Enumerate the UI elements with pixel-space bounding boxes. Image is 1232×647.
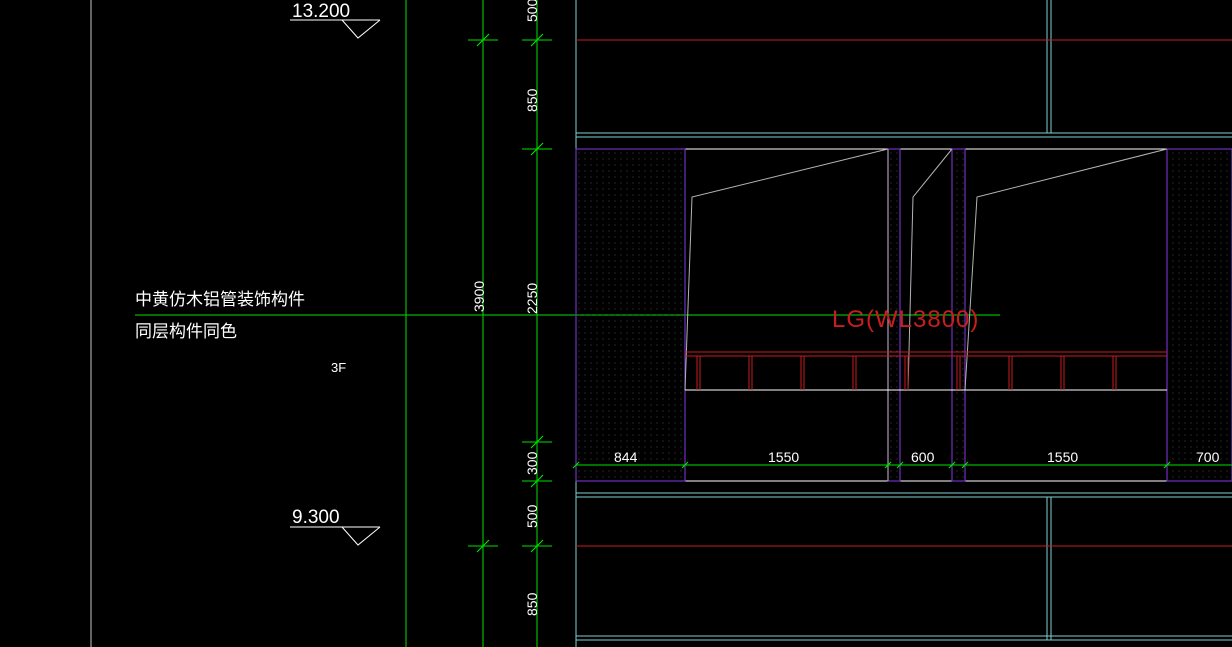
level-marker-upper: 13.200 bbox=[290, 1, 381, 39]
level-marker-lower: 9.300 bbox=[290, 507, 381, 546]
wall-panel-left bbox=[575, 148, 686, 482]
dim-500-top: 500 bbox=[524, 0, 540, 22]
level-upper-label: 13.200 bbox=[292, 1, 350, 22]
wall-panel-right bbox=[1166, 148, 1232, 482]
level-lower-label: 9.300 bbox=[292, 507, 340, 528]
railing bbox=[685, 351, 1167, 391]
dim-844: 844 bbox=[614, 449, 638, 465]
dim-500-bottom: 500 bbox=[524, 504, 540, 528]
dim-600: 600 bbox=[911, 449, 935, 465]
dimension-chain-total: 3900 bbox=[468, 0, 498, 647]
note-line-1: 中黄仿木铝管装饰构件 bbox=[135, 290, 305, 310]
cad-elevation-drawing: 13.200 9.300 中黄仿木铝管装饰构件 同层构件同色 3F 3900 5… bbox=[90, 0, 1232, 647]
railing-tag: LG(WL3800) bbox=[832, 306, 979, 333]
dimension-chain-detail: 500 850 2250 300 500 850 bbox=[522, 0, 552, 647]
floor-label: 3F bbox=[331, 360, 346, 375]
note-line-2: 同层构件同色 bbox=[135, 322, 237, 342]
dim-1550-a: 1550 bbox=[768, 449, 799, 465]
dim-300: 300 bbox=[524, 451, 540, 475]
dim-3900: 3900 bbox=[471, 281, 487, 312]
dim-700: 700 bbox=[1196, 449, 1220, 465]
dim-850-top: 850 bbox=[524, 88, 540, 112]
dim-2250: 2250 bbox=[524, 283, 540, 314]
dim-850-bottom: 850 bbox=[524, 592, 540, 616]
dim-1550-b: 1550 bbox=[1047, 449, 1078, 465]
